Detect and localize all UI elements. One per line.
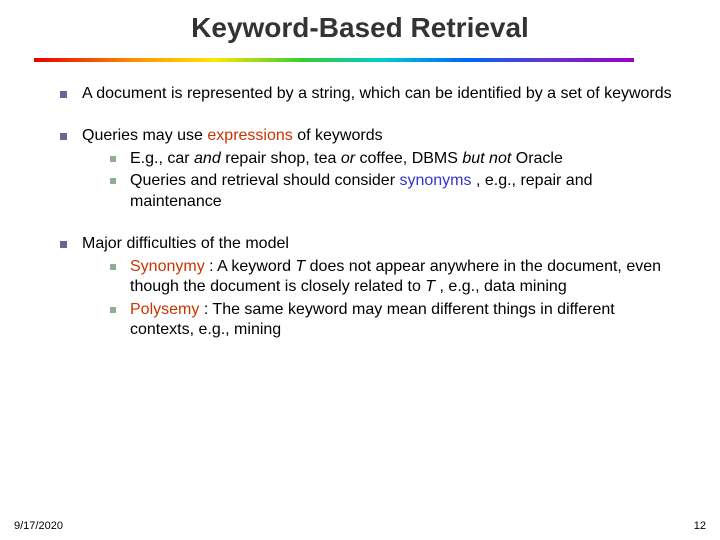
bullet-item-2: Queries may use expressions of keywords … <box>60 126 676 212</box>
text-italic: T <box>425 278 435 295</box>
text: of keywords <box>297 127 382 144</box>
slide-body: A document is represented by a string, w… <box>0 62 720 341</box>
sub-bullet-list: Synonymy : A keyword T does not appear a… <box>82 257 676 341</box>
footer-page-number: 12 <box>694 520 706 532</box>
sub-bullet-list: E.g., car and repair shop, tea or coffee… <box>82 149 676 212</box>
text: repair shop, tea <box>225 150 341 167</box>
footer-date: 9/17/2020 <box>14 520 63 532</box>
bullet-item-3: Major difficulties of the model Synonymy… <box>60 234 676 340</box>
sub-bullet-item: Queries and retrieval should consider sy… <box>110 171 676 212</box>
text: Oracle <box>516 150 563 167</box>
text-italic: and <box>194 150 221 167</box>
bullet-list: A document is represented by a string, w… <box>60 84 676 341</box>
slide-title: Keyword-Based Retrieval <box>0 0 720 58</box>
text: : A keyword <box>209 258 295 275</box>
sub-bullet-item: E.g., car and repair shop, tea or coffee… <box>110 149 676 169</box>
text: A document is represented by a string, w… <box>82 85 672 102</box>
text: Major difficulties of the model <box>82 235 289 252</box>
text: : The same keyword may mean different th… <box>130 301 615 338</box>
text: coffee, DBMS <box>360 150 463 167</box>
bullet-item-1: A document is represented by a string, w… <box>60 84 676 104</box>
text-emph: expressions <box>207 127 292 144</box>
text-italic: T <box>295 258 305 275</box>
slide-footer: 9/17/2020 12 <box>14 520 706 532</box>
slide: Keyword-Based Retrieval A document is re… <box>0 0 720 540</box>
text: , e.g., data mining <box>440 278 567 295</box>
text-italic: or <box>341 150 355 167</box>
text: E.g., car <box>130 150 194 167</box>
text-emph: synonyms <box>399 172 471 189</box>
text-italic: but not <box>462 150 511 167</box>
sub-bullet-item: Polysemy : The same keyword may mean dif… <box>110 300 676 341</box>
text-emph: Synonymy <box>130 258 205 275</box>
text: Queries may use <box>82 127 207 144</box>
text: Queries and retrieval should consider <box>130 172 399 189</box>
text-emph: Polysemy <box>130 301 199 318</box>
sub-bullet-item: Synonymy : A keyword T does not appear a… <box>110 257 676 298</box>
